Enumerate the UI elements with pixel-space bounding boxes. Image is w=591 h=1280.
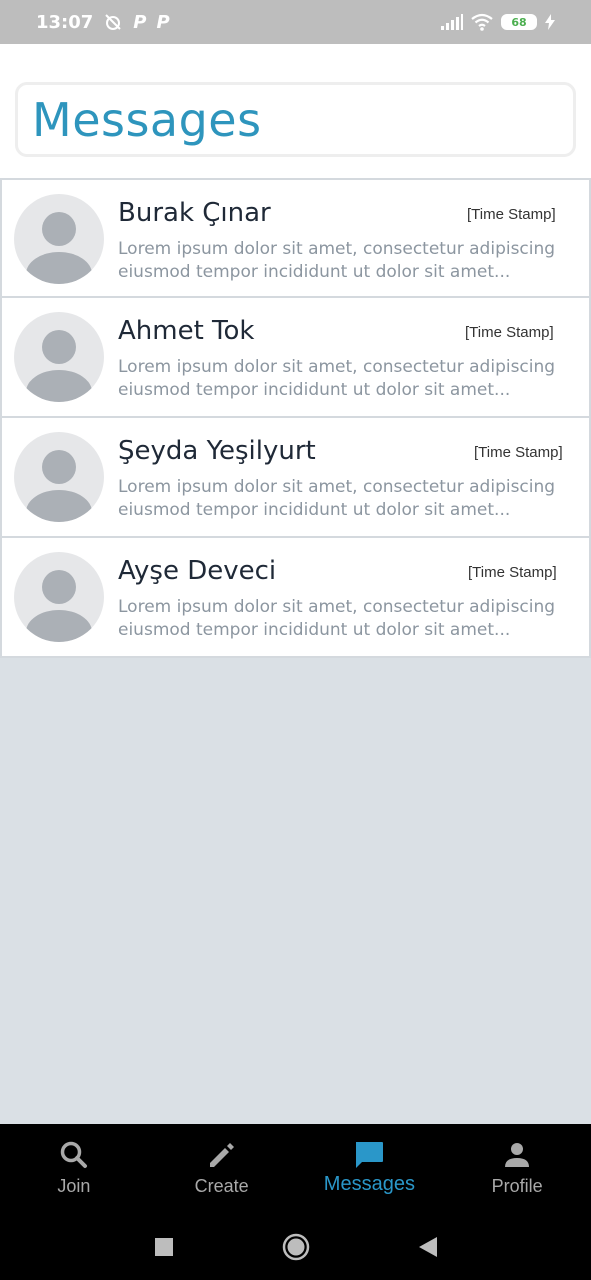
conversation-item[interactable]: Ayşe Deveci [Time Stamp] Lorem ipsum dol… bbox=[0, 538, 591, 658]
avatar bbox=[14, 552, 104, 642]
message-timestamp: [Time Stamp] bbox=[465, 324, 554, 341]
person-placeholder-icon bbox=[26, 570, 92, 642]
bottom-nav: Join Create Messages Profile bbox=[0, 1124, 591, 1214]
preview-line-1: Lorem ipsum dolor sit amet, consectetur … bbox=[118, 239, 556, 259]
status-time: 13:07 bbox=[36, 11, 94, 33]
preview-line-2: eiusmod tempor incididunt ut dolor sit a… bbox=[118, 262, 511, 282]
status-right: 68 bbox=[441, 13, 555, 31]
search-icon bbox=[60, 1141, 87, 1168]
message-timestamp: [Time Stamp] bbox=[468, 564, 557, 581]
nav-label-messages: Messages bbox=[323, 1173, 415, 1195]
nav-label-create: Create bbox=[194, 1176, 249, 1196]
avatar bbox=[14, 432, 104, 522]
parking-notification-icon-2: P bbox=[156, 11, 170, 33]
nav-item-profile[interactable]: Profile bbox=[443, 1124, 591, 1214]
pencil-icon bbox=[209, 1143, 234, 1167]
conversation-list: Burak Çınar [Time Stamp] Lorem ipsum dol… bbox=[0, 178, 591, 658]
message-preview: Lorem ipsum dolor sit amet, consectetur … bbox=[118, 238, 578, 284]
home-button[interactable] bbox=[276, 1227, 316, 1267]
alarm-off-icon bbox=[103, 12, 123, 32]
avatar bbox=[14, 194, 104, 284]
conversation-item[interactable]: Şeyda Yeşilyurt [Time Stamp] Lorem ipsum… bbox=[0, 418, 591, 538]
status-left: 13:07 P P bbox=[36, 12, 170, 33]
nav-item-create[interactable]: Create bbox=[148, 1124, 296, 1214]
parking-notification-icon: P bbox=[133, 11, 147, 33]
message-timestamp: [Time Stamp] bbox=[467, 206, 556, 223]
person-placeholder-icon bbox=[26, 330, 92, 402]
preview-line-1: Lorem ipsum dolor sit amet, consectetur … bbox=[118, 597, 556, 617]
header: Messages bbox=[0, 44, 591, 178]
contact-name: Ahmet Tok bbox=[118, 316, 255, 346]
preview-line-1: Lorem ipsum dolor sit amet, consectetur … bbox=[118, 477, 556, 497]
person-placeholder-icon bbox=[26, 450, 92, 522]
preview-line-2: eiusmod tempor incididunt ut dolor sit a… bbox=[118, 620, 511, 640]
nav-item-join[interactable]: Join bbox=[0, 1124, 148, 1214]
contact-name: Şeyda Yeşilyurt bbox=[118, 436, 316, 466]
nav-label-profile: Profile bbox=[491, 1176, 543, 1196]
avatar bbox=[14, 312, 104, 402]
message-timestamp: [Time Stamp] bbox=[474, 444, 563, 461]
title-box: Messages bbox=[15, 82, 576, 157]
message-preview: Lorem ipsum dolor sit amet, consectetur … bbox=[118, 476, 578, 522]
preview-line-2: eiusmod tempor incididunt ut dolor sit a… bbox=[118, 500, 511, 520]
preview-line-2: eiusmod tempor incididunt ut dolor sit a… bbox=[118, 380, 511, 400]
back-button[interactable] bbox=[408, 1227, 448, 1267]
conversation-item[interactable]: Burak Çınar [Time Stamp] Lorem ipsum dol… bbox=[0, 178, 591, 298]
square-icon bbox=[154, 1238, 173, 1256]
status-bar: 13:07 P P 68 bbox=[0, 0, 591, 44]
message-preview: Lorem ipsum dolor sit amet, consectetur … bbox=[118, 596, 578, 642]
message-preview: Lorem ipsum dolor sit amet, consectetur … bbox=[118, 356, 578, 402]
contact-name: Burak Çınar bbox=[118, 198, 271, 228]
nav-item-messages[interactable]: Messages bbox=[296, 1124, 444, 1214]
conversation-item[interactable]: Ahmet Tok [Time Stamp] Lorem ipsum dolor… bbox=[0, 298, 591, 418]
wifi-icon bbox=[471, 13, 493, 31]
signal-icon bbox=[441, 14, 463, 30]
contact-name: Ayşe Deveci bbox=[118, 556, 277, 586]
person-placeholder-icon bbox=[26, 212, 92, 284]
recent-apps-button[interactable] bbox=[144, 1227, 184, 1267]
nav-label-join: Join bbox=[57, 1176, 91, 1196]
triangle-back-icon bbox=[418, 1237, 437, 1257]
circle-icon bbox=[282, 1233, 309, 1261]
chat-icon bbox=[356, 1142, 384, 1168]
page-title: Messages bbox=[32, 92, 262, 147]
charging-icon bbox=[545, 14, 555, 30]
person-icon bbox=[505, 1143, 530, 1167]
battery-indicator: 68 bbox=[501, 14, 537, 30]
system-nav-bar bbox=[0, 1214, 591, 1280]
preview-line-1: Lorem ipsum dolor sit amet, consectetur … bbox=[118, 357, 556, 377]
